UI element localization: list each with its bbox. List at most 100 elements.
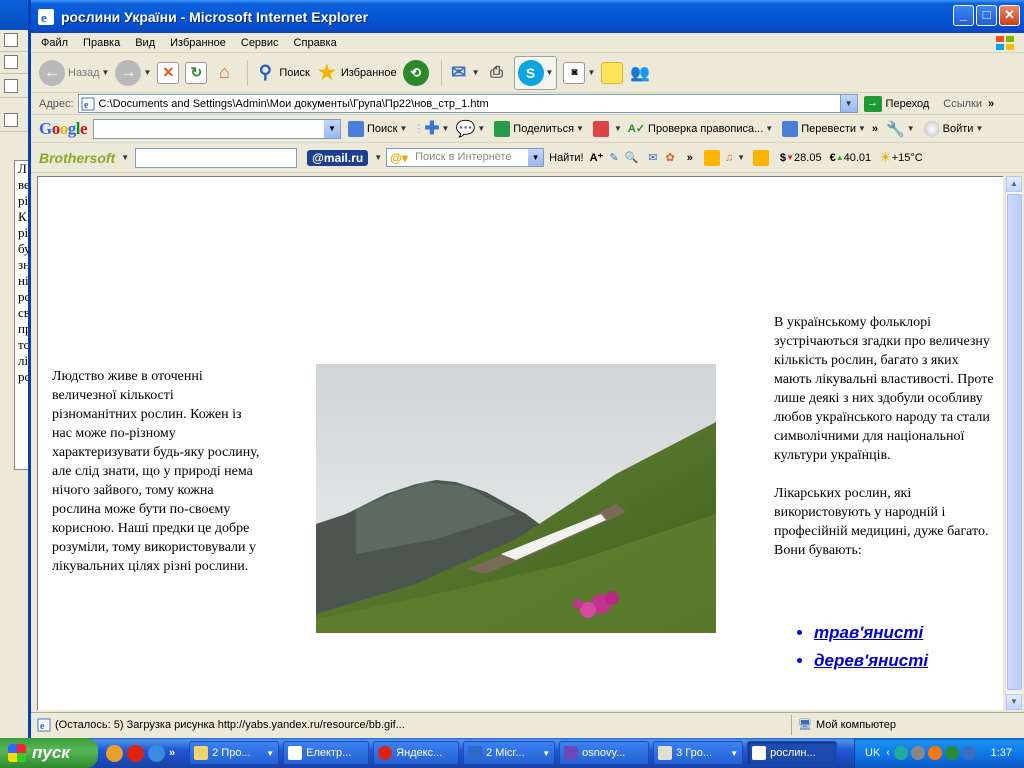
woody-link[interactable]: дерев'янисті [814, 651, 928, 670]
translate-button[interactable]: Перевести ▼ [779, 120, 866, 137]
mailru-dropdown-icon[interactable]: ▼ [374, 153, 382, 162]
herbaceous-link[interactable]: трав'янисті [814, 623, 923, 642]
task-archive[interactable]: 3 Гро... ▼ [653, 741, 744, 765]
chevron-right-icon[interactable]: » [169, 747, 175, 759]
favorites-button[interactable]: ★ Избранное [316, 62, 397, 84]
menu-favorites[interactable]: Избранное [170, 37, 226, 49]
google-chat-button[interactable]: 💬 ▼ [455, 119, 485, 139]
internet-search-input[interactable]: @▾ Поиск в Интернете ▼ [386, 148, 545, 167]
mail-button[interactable]: ✉ ▼ [448, 62, 479, 84]
new-doc-icon[interactable] [4, 33, 18, 47]
font-size-icon[interactable]: A⁺ [590, 151, 604, 164]
brothersoft-dropdown-icon[interactable]: ▼ [121, 153, 129, 162]
go-button[interactable]: → Переход [863, 95, 929, 112]
mountain-photo [316, 364, 716, 633]
menu-view[interactable]: Вид [135, 37, 155, 49]
search-icon: ⚲ [258, 62, 272, 82]
task-opera[interactable]: Яндекс... [373, 741, 460, 765]
language-indicator[interactable]: UK [865, 747, 880, 759]
google-plus-button[interactable]: ✚ ▼ [424, 118, 449, 139]
open-icon[interactable] [4, 55, 18, 69]
update-tray-icon[interactable] [961, 746, 976, 760]
brothersoft-search-input[interactable] [135, 147, 298, 168]
opera-icon[interactable] [127, 744, 144, 762]
internet-search-dropdown-icon[interactable]: ▼ [528, 149, 544, 166]
eur-rate[interactable]: 40.01 [844, 152, 872, 164]
zoom-icon[interactable]: 🔍 [625, 151, 639, 164]
messenger-tray-icon[interactable] [893, 746, 908, 760]
ie-icon[interactable] [148, 744, 165, 762]
google-search-input[interactable]: ▼ [93, 118, 342, 139]
task-word-document[interactable]: Електр... [283, 741, 370, 765]
antivirus-tray-icon[interactable] [944, 746, 959, 760]
scroll-thumb[interactable] [1007, 194, 1022, 690]
menu-file[interactable]: Файл [41, 37, 68, 49]
opera-tray-icon[interactable] [927, 746, 942, 760]
spellcheck-button[interactable]: A✓ Проверка правописа... ▼ [628, 122, 773, 136]
find-button[interactable]: Найти! [549, 152, 583, 164]
notes-button[interactable] [601, 61, 624, 84]
news-icon[interactable] [752, 149, 769, 166]
menu-tools[interactable]: Сервис [241, 37, 279, 49]
popup-blocker-button[interactable]: ▼ [590, 120, 622, 137]
maximize-button[interactable]: □ [976, 5, 997, 26]
skype-button[interactable]: S ▼ [513, 55, 558, 90]
refresh-button[interactable]: ↻ [185, 61, 208, 84]
chevron-right-icon[interactable]: » [872, 123, 878, 135]
mailru-logo[interactable]: @mail.ru [307, 149, 369, 166]
mail-icon[interactable]: ✉ [648, 151, 657, 164]
temperature[interactable]: +15°C [892, 152, 923, 164]
style-icon[interactable] [4, 79, 18, 93]
vertical-scrollbar[interactable]: ▲ ▼ [1005, 176, 1022, 710]
tray-arrow-icon[interactable]: ‹ [886, 747, 890, 759]
forward-button[interactable]: → ▼ [115, 59, 151, 86]
chevron-right-icon[interactable]: » [988, 98, 994, 110]
yandex-browser-icon[interactable] [106, 744, 123, 762]
share-button[interactable]: Поделиться ▼ [491, 120, 584, 137]
print-button[interactable]: ⎙ [486, 62, 508, 84]
history-icon: ⟲ [402, 59, 429, 86]
google-logo[interactable]: Google [39, 119, 88, 139]
share-icon [494, 120, 511, 137]
links-button[interactable]: Ссылки [943, 98, 982, 110]
minimize-button[interactable]: _ [953, 5, 974, 26]
agent-icon[interactable] [703, 149, 720, 166]
task-internet-explorer[interactable]: рослин... [747, 741, 838, 765]
address-input[interactable]: e C:\Documents and Settings\Admin\Мои до… [77, 94, 858, 113]
home-button[interactable]: ⌂ [213, 62, 235, 84]
scroll-down-button[interactable]: ▼ [1006, 694, 1022, 710]
history-button[interactable]: ⟲ [402, 59, 429, 86]
clock[interactable]: 1:37 [991, 747, 1012, 759]
google-search-dropdown-icon[interactable]: ▼ [324, 119, 341, 138]
chevron-right-icon[interactable]: » [687, 152, 693, 164]
settings-button[interactable]: 🔧 ▼ [886, 120, 915, 138]
edit-button[interactable]: ◙ ▼ [563, 61, 595, 84]
highlight-icon[interactable]: ✎ [609, 151, 618, 164]
brothersoft-logo[interactable]: Brothersoft [39, 150, 115, 166]
music-icon[interactable]: ♫ [725, 152, 733, 164]
task-word-group[interactable]: 2 Micr... ▼ [463, 741, 556, 765]
start-button[interactable]: пуск [0, 738, 98, 768]
menu-help[interactable]: Справка [294, 37, 337, 49]
task-document[interactable]: osnovy... [559, 741, 650, 765]
address-dropdown-icon[interactable]: ▼ [839, 95, 857, 112]
google-search-button[interactable]: Поиск ▼ [345, 120, 407, 137]
network-tray-icon[interactable] [910, 746, 925, 760]
games-icon[interactable]: ✿ [665, 151, 674, 164]
security-zone[interactable]: 🖥 Мой компьютер [791, 714, 896, 735]
menu-edit[interactable]: Правка [83, 37, 120, 49]
back-button[interactable]: ← Назад ▼ [39, 59, 109, 86]
sun-icon: ☀ [879, 149, 892, 165]
stop-button[interactable]: ✕ [157, 61, 180, 84]
format-icon[interactable] [4, 113, 18, 127]
usd-rate[interactable]: 28.05 [794, 152, 822, 164]
browser-window: e рослини України - Microsoft Internet E… [28, 0, 1024, 738]
menu-bar: Файл Правка Вид Избранное Сервис Справка [31, 33, 1024, 53]
task-folder[interactable]: 2 Про... ▼ [189, 741, 280, 765]
signin-button[interactable]: Войти ▼ [921, 120, 983, 137]
scroll-up-button[interactable]: ▲ [1006, 176, 1022, 192]
search-button[interactable]: ⚲ Поиск [254, 62, 310, 84]
close-button[interactable]: ✕ [999, 5, 1020, 26]
messenger-button[interactable]: 👥 [629, 62, 651, 84]
title-bar[interactable]: e рослини України - Microsoft Internet E… [31, 0, 1024, 33]
